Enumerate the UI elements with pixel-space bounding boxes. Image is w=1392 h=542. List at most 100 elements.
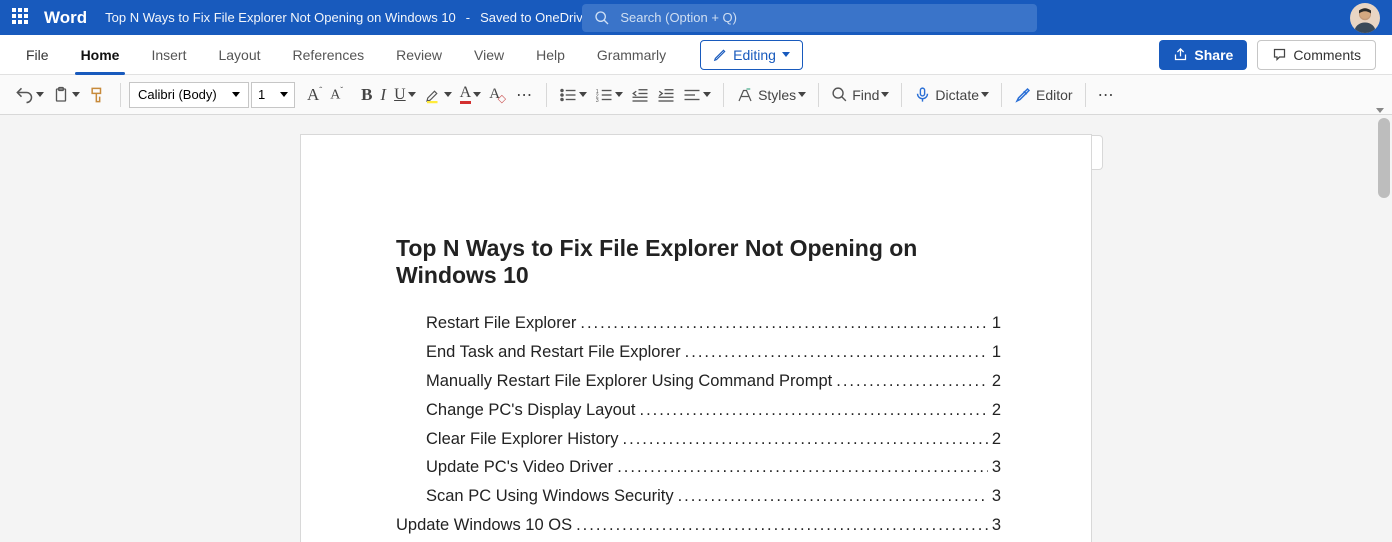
avatar-icon [1350,3,1380,33]
tab-view[interactable]: View [458,35,520,75]
ribbon-overflow-button[interactable]: ⋯ [1094,80,1120,110]
toc-leader-dots: ........................................… [685,338,988,367]
align-icon [683,87,701,103]
tab-file[interactable]: File [10,35,65,75]
vertical-scrollbar[interactable] [1378,118,1390,198]
outdent-icon [631,87,649,103]
toc-item[interactable]: Update Windows 10 OS ...................… [396,511,1001,540]
underline-icon: U [394,86,406,104]
toc-leader-dots: ........................................… [576,511,988,540]
chevron-down-icon [408,92,416,97]
comments-button[interactable]: Comments [1257,40,1376,70]
comments-label: Comments [1293,47,1361,63]
highlight-button[interactable] [420,80,456,110]
tab-home[interactable]: Home [65,35,136,75]
toc-page-number: 3 [992,511,1001,540]
size-value: 1 [258,87,265,102]
clear-formatting-button[interactable]: A◇ [485,80,504,110]
toc-title: Change PC's Display Layout [426,396,636,425]
indent-button[interactable] [653,80,679,110]
more-font-button[interactable]: ⋯ [512,80,538,110]
doc-title-sep: - [466,10,470,25]
toc-title: End Task and Restart File Explorer [426,338,681,367]
align-button[interactable] [679,80,715,110]
dictate-label: Dictate [935,87,979,103]
tab-grammarly[interactable]: Grammarly [581,35,682,75]
editing-label: Editing [733,47,776,63]
toc-item[interactable]: Scan PC Using Windows Security .........… [396,482,1001,511]
chevron-down-icon [72,92,80,97]
paste-button[interactable] [48,80,84,110]
toc-leader-dots: ........................................… [640,396,988,425]
chevron-down-icon [579,92,587,97]
chevron-down-icon [798,92,806,97]
editing-mode-button[interactable]: Editing [700,40,803,70]
font-select[interactable]: Calibri (Body) [129,82,249,108]
undo-button[interactable] [10,80,48,110]
font-size-select[interactable]: 1 [251,82,295,108]
toc-title: Update Windows 10 OS [396,511,572,540]
table-of-contents: Restart File Explorer ..................… [396,309,1001,542]
toc-item[interactable]: Update PC's Video Driver ...............… [396,453,1001,482]
toc-leader-dots: ........................................… [580,309,987,338]
toc-item[interactable]: End Task and Restart File Explorer .....… [396,338,1001,367]
editor-label: Editor [1036,87,1073,103]
numbering-button[interactable]: 123 [591,80,627,110]
canvas: Top N Ways to Fix File Explorer Not Open… [0,115,1392,542]
toc-title: Restart File Explorer [426,309,576,338]
toc-item[interactable]: Change PC's Display Layout .............… [396,396,1001,425]
format-painter-button[interactable] [84,80,112,110]
shrink-font-icon: Aˇ [330,86,343,104]
toc-item[interactable]: Clear File Explorer History ............… [396,425,1001,454]
shrink-font-button[interactable]: Aˇ [326,80,347,110]
mic-icon [914,86,931,103]
share-button[interactable]: Share [1159,40,1247,70]
document-title[interactable]: Top N Ways to Fix File Explorer Not Open… [105,10,606,25]
app-launcher-icon[interactable] [12,8,32,28]
toc-leader-dots: ........................................… [836,367,988,396]
chevron-down-icon [232,92,240,97]
search-input[interactable]: Search (Option + Q) [582,4,1037,32]
font-color-button[interactable]: A [456,80,486,110]
toc-page-number: 2 [992,367,1001,396]
find-icon [831,86,848,103]
toc-item[interactable]: Restart File Explorer ..................… [396,309,1001,338]
italic-button[interactable]: I [376,80,390,110]
find-button[interactable]: Find [827,80,893,110]
chevron-down-icon [981,92,989,97]
clear-format-icon: A◇ [489,86,500,103]
tab-layout[interactable]: Layout [202,35,276,75]
styles-button[interactable]: Styles [732,80,810,110]
ribbon: Calibri (Body) 1 Aˆ Aˇ B I U A A◇ ⋯ 123 … [0,75,1392,115]
styles-label: Styles [758,87,796,103]
toc-title: Scan PC Using Windows Security [426,482,674,511]
doc-title-text: Top N Ways to Fix File Explorer Not Open… [105,10,456,25]
numbering-icon: 123 [595,87,613,103]
tab-references[interactable]: References [277,35,381,75]
toc-page-number: 2 [992,396,1001,425]
collapse-ribbon-icon[interactable] [1376,108,1384,113]
bold-button[interactable]: B [357,80,376,110]
format-painter-icon [88,85,108,105]
toc-leader-dots: ........................................… [623,425,988,454]
toc-page-number: 2 [992,425,1001,454]
toc-title: Update PC's Video Driver [426,453,613,482]
search-icon [594,10,610,26]
chevron-down-icon [280,92,288,97]
toc-item[interactable]: Manually Restart File Explorer Using Com… [396,367,1001,396]
dictate-button[interactable]: Dictate [910,80,993,110]
chevron-down-icon [473,92,481,97]
tab-insert[interactable]: Insert [135,35,202,75]
tab-review[interactable]: Review [380,35,458,75]
tab-help[interactable]: Help [520,35,581,75]
underline-button[interactable]: U [390,80,420,110]
highlight-icon [424,86,442,104]
outdent-button[interactable] [627,80,653,110]
toc-title: Clear File Explorer History [426,425,619,454]
document-page[interactable]: Top N Ways to Fix File Explorer Not Open… [301,135,1091,542]
grow-font-button[interactable]: Aˆ [303,80,326,110]
search-placeholder: Search (Option + Q) [620,10,737,25]
avatar[interactable] [1350,3,1380,33]
editor-button[interactable]: Editor [1010,80,1077,110]
bullets-button[interactable] [555,80,591,110]
